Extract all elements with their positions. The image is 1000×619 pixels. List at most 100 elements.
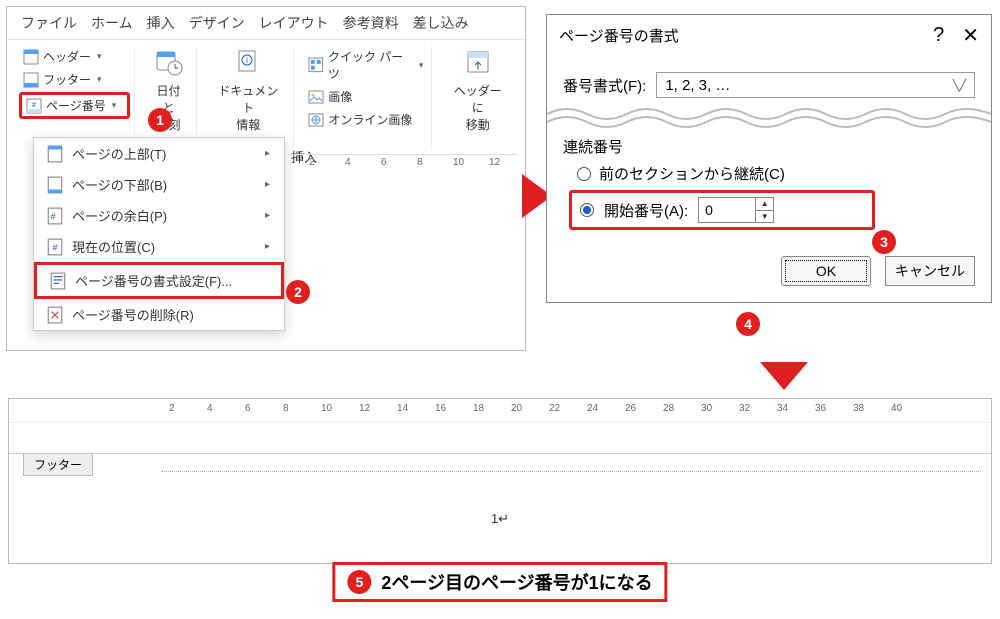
start-at-row[interactable]: 開始番号(A): 0 ▲ ▼ [569,190,875,230]
image-label: 画像 [328,88,352,105]
spin-down-icon[interactable]: ▼ [756,211,773,223]
ruler-tick: 36 [815,403,826,414]
chevron-down-icon: ▾ [112,100,117,111]
chevron-down-icon: ▾ [97,74,102,85]
close-button[interactable]: ✕ [962,23,979,48]
spin-up-icon[interactable]: ▲ [756,198,773,211]
header-footer-group: ヘッダー ▾ フッター ▾ # ページ番号 ▾ [15,46,135,150]
radio-unchecked-icon [577,167,591,181]
goto-header-button[interactable]: ヘッダーに 移動 [442,46,513,135]
goto-header-label: ヘッダーに 移動 [448,82,507,133]
ruler-tick: 30 [701,403,712,414]
ruler-tick: 20 [511,403,522,414]
ruler-top: 2 4 6 8 10 12 [289,154,517,172]
tab-design[interactable]: デザイン [189,13,245,33]
menu-page-bottom-label: ページの下部(B) [72,175,167,194]
nav-group: ヘッダーに 移動 [438,46,517,150]
cancel-button[interactable]: キャンセル [885,256,975,286]
result-callout-text: 2ページ目のページ番号が1になる [381,569,652,595]
tab-layout[interactable]: レイアウト [259,13,329,33]
step-badge-3: 3 [872,230,896,254]
number-format-label: 番号書式(F): [563,75,646,96]
ok-button[interactable]: OK [781,256,871,286]
docinfo-button[interactable]: i ドキュメント 情報 ▾ [207,46,289,150]
ruler-tick: 4 [345,157,351,168]
start-at-spinner[interactable]: 0 ▲ ▼ [698,197,774,223]
tab-home[interactable]: ホーム [91,13,133,33]
ruler-tick: 10 [453,157,464,168]
number-format-combo[interactable]: 1, 2, 3, … ╲╱ [656,72,975,98]
arrow-down-icon [760,362,808,390]
start-at-value: 0 [699,198,755,222]
chevron-down-icon: ╲╱ [953,79,966,92]
page-number-icon: # [26,98,42,114]
tab-mailings[interactable]: 差し込み [413,13,469,33]
ruler-tick: 40 [891,403,902,414]
ruler-tick: 4 [207,403,213,414]
menu-format-label: ページ番号の書式設定(F)... [75,271,232,290]
tab-file[interactable]: ファイル [21,13,77,33]
ruler-tick: 2 [309,157,315,168]
ruler-tick: 10 [321,403,332,414]
footer-tag: フッター [23,453,93,476]
menu-page-margin-label: ページの余白(P) [72,206,167,225]
ribbon-tabs: ファイル ホーム 挿入 デザイン レイアウト 参考資料 差し込み [7,7,525,40]
menu-format-page-number[interactable]: ページ番号の書式設定(F)... [34,262,284,299]
quickparts-button[interactable]: クイック パーツ ▾ [304,46,427,84]
ruler-tick: 28 [663,403,674,414]
dialog-body: 番号書式(F): 1, 2, 3, … ╲╱ 連続番号 前のセクションから継続(… [547,56,991,244]
menu-current-pos[interactable]: #現在の位置(C) ▸ [34,231,284,262]
menu-page-bottom[interactable]: ページの下部(B) ▸ [34,169,284,200]
menu-remove-page-number[interactable]: ページ番号の削除(R) [34,299,284,330]
sequence-group: 連続番号 前のセクションから継続(C) 開始番号(A): 0 ▲ ▼ [563,136,975,230]
document-info-icon: i [234,48,262,76]
ruler-tick: 8 [417,157,423,168]
svg-text:#: # [32,102,36,109]
ruler-tick: 16 [435,403,446,414]
ruler-tick: 12 [489,157,500,168]
online-image-icon [308,112,324,128]
header-icon [23,49,39,65]
svg-text:#: # [52,242,57,252]
image-icon [308,89,324,105]
svg-text:#: # [51,211,56,221]
footer-button[interactable]: フッター ▾ [19,69,130,90]
chevron-down-icon: ▾ [97,51,102,62]
continue-radio-row[interactable]: 前のセクションから継続(C) [577,163,975,184]
footer-icon [23,72,39,88]
page-top-icon [46,145,64,163]
ruler-tick: 26 [625,403,636,414]
chevron-right-icon: ▸ [265,210,270,221]
spinner-buttons[interactable]: ▲ ▼ [755,198,773,222]
ruler-tick: 12 [359,403,370,414]
dialog-titlebar: ページ番号の書式 ? ✕ [547,15,991,56]
footer-boundary [161,471,981,472]
continue-label: 前のセクションから継続(C) [599,163,785,184]
footer-region: フッター 1↵ [9,423,991,523]
ribbon-row: ヘッダー ▾ フッター ▾ # ページ番号 ▾ [7,40,525,150]
page-break-line [9,453,991,454]
torn-edge-icon [547,104,991,130]
header-button[interactable]: ヘッダー ▾ [19,46,130,67]
tab-references[interactable]: 参考資料 [343,13,399,33]
quickparts-icon [308,57,324,73]
ruler-tick: 6 [245,403,251,414]
page-number-value: 1↵ [491,511,509,527]
online-image-button[interactable]: オンライン画像 [304,109,427,130]
ruler-bottom: 2 4 6 8 10 12 14 16 18 20 22 24 26 28 30… [9,399,991,423]
chevron-right-icon: ▸ [265,148,270,159]
page-margin-icon: # [46,207,64,225]
ruler-tick: 32 [739,403,750,414]
page-number-button[interactable]: # ページ番号 ▾ [19,92,130,119]
step-badge-5: 5 [347,570,371,594]
menu-page-margin[interactable]: # ページの余白(P) ▸ [34,200,284,231]
svg-text:i: i [246,56,248,65]
menu-page-top[interactable]: ページの上部(T) ▸ [34,138,284,169]
quickparts-label: クイック パーツ [328,48,413,82]
step-badge-2: 2 [286,280,310,304]
tab-insert[interactable]: 挿入 [147,13,175,33]
image-button[interactable]: 画像 [304,86,427,107]
dialog-buttons: OK キャンセル [547,244,991,302]
help-button[interactable]: ? [933,24,944,47]
ribbon-panel: ファイル ホーム 挿入 デザイン レイアウト 参考資料 差し込み ヘッダー ▾ … [6,6,526,351]
